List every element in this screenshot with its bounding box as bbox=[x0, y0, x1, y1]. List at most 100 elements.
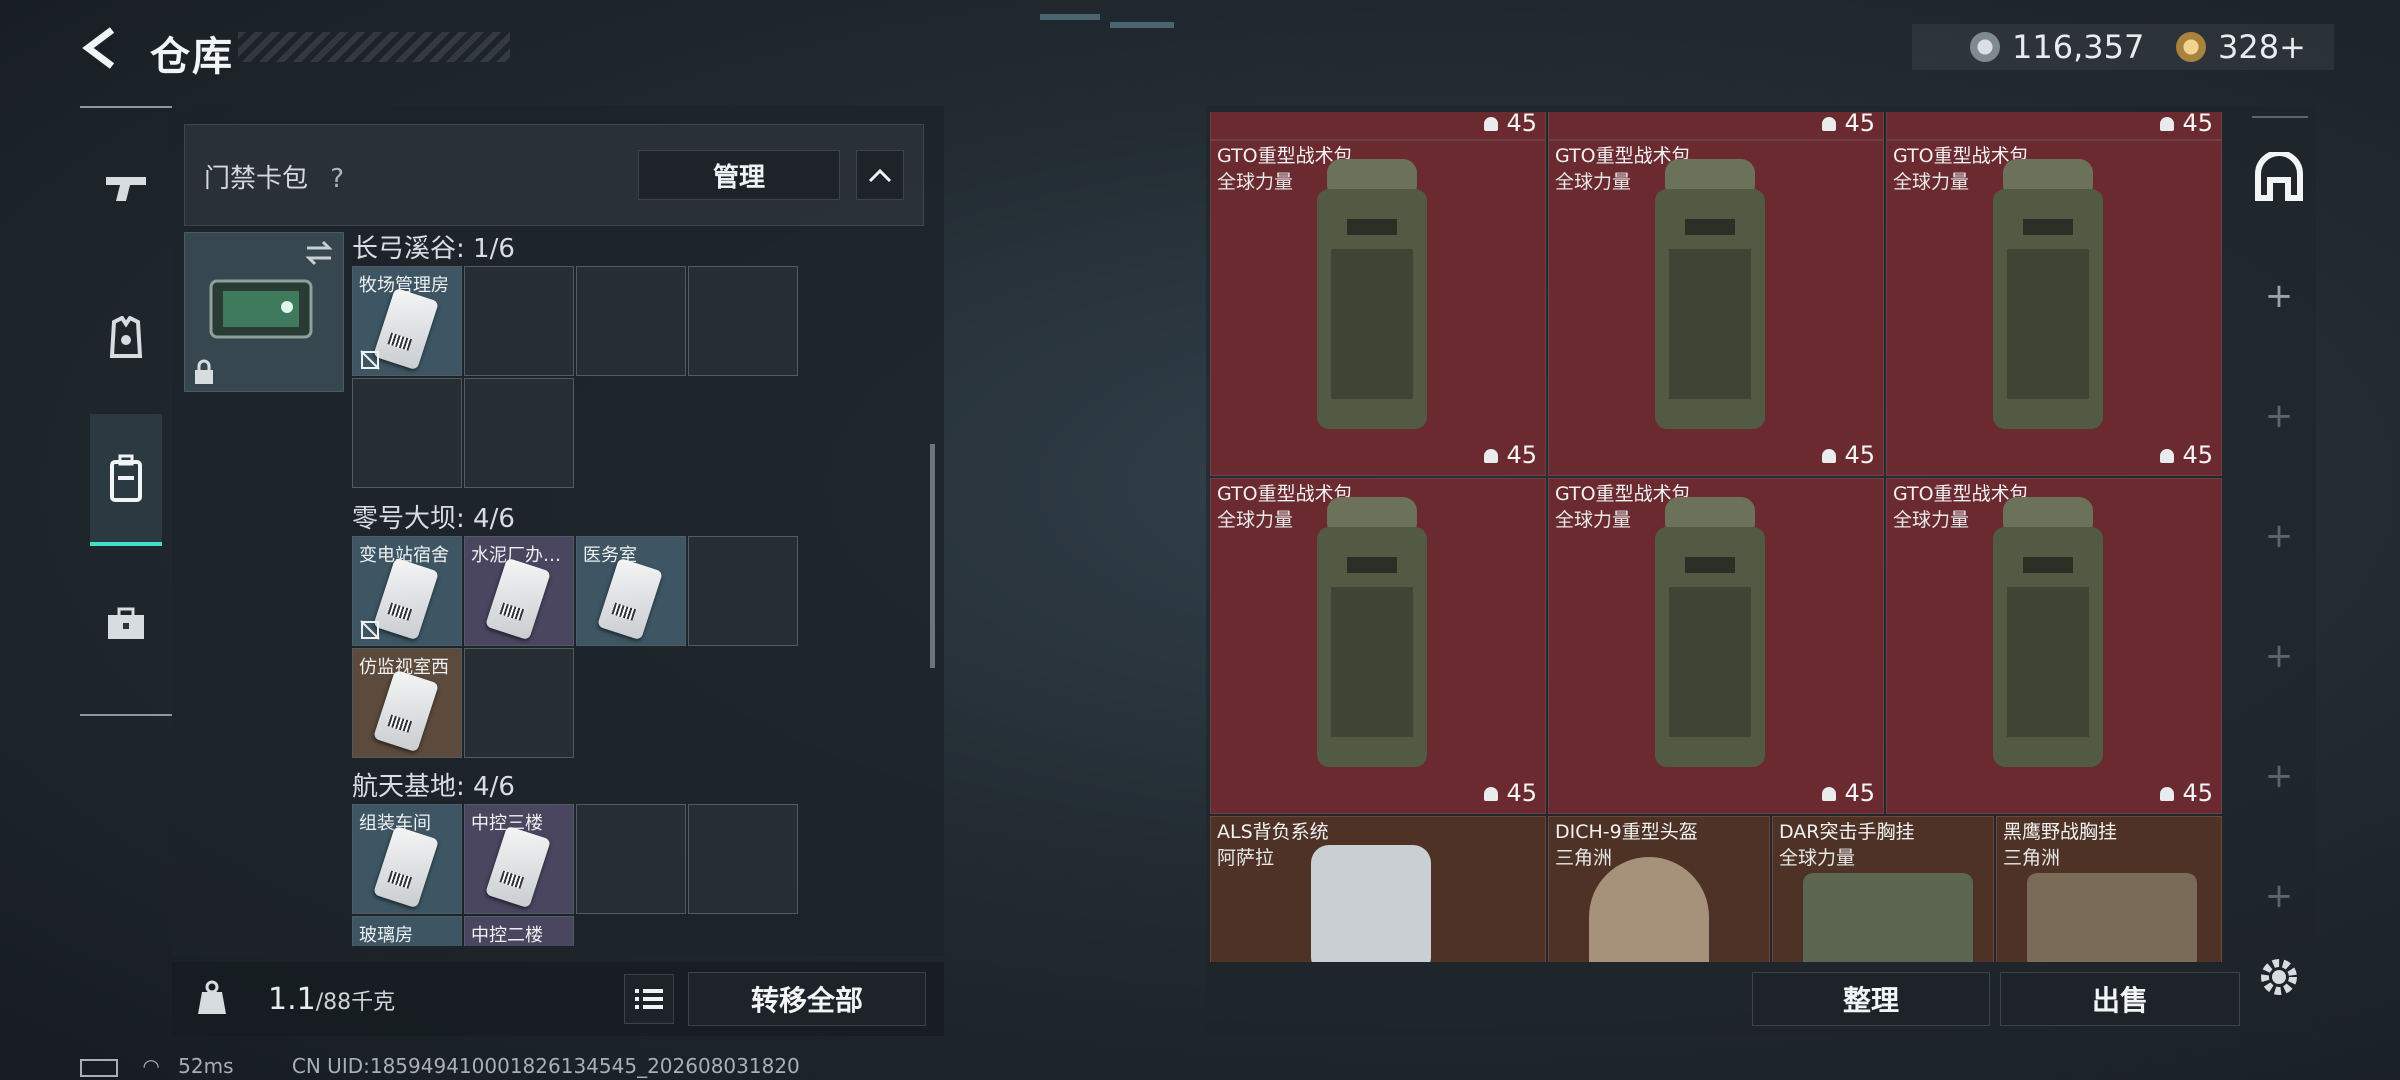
empty-slot bbox=[352, 378, 462, 488]
item-name: 黑鹰野战胸挂 bbox=[2003, 821, 2118, 843]
collapse-button[interactable] bbox=[856, 150, 904, 200]
storage-item-partial[interactable]: 45 bbox=[1210, 112, 1546, 140]
side-nav bbox=[80, 106, 172, 716]
keycard-slot[interactable]: 医务室 bbox=[576, 536, 686, 646]
currency-bar[interactable]: 116,357 328+ bbox=[1912, 24, 2334, 70]
keycard-slot[interactable]: 水泥厂办… bbox=[464, 536, 574, 646]
silver-coin-icon bbox=[1970, 32, 2000, 62]
list-view-button[interactable] bbox=[624, 974, 674, 1024]
empty-slot bbox=[576, 804, 686, 914]
item-brand: 全球力量 bbox=[1893, 509, 1970, 531]
lock-icon bbox=[195, 359, 213, 384]
unavailable-icon bbox=[360, 350, 380, 370]
sell-button[interactable]: 出售 bbox=[2000, 972, 2240, 1026]
keycard-grid-spacebase: 组装车间 中控三楼 玻璃房 中控二楼 bbox=[352, 804, 802, 946]
item-brand: 全球力量 bbox=[1217, 509, 1294, 531]
back-arrow-icon[interactable] bbox=[78, 24, 122, 72]
helmet-image bbox=[1589, 857, 1709, 962]
storage-item-partial[interactable]: 45 bbox=[1548, 112, 1884, 140]
backpack-image bbox=[1655, 159, 1765, 429]
keycard-label: 中控二楼 bbox=[471, 925, 543, 946]
warehouse-tab-icon[interactable] bbox=[2254, 152, 2304, 202]
item-brand: 三角洲 bbox=[1555, 847, 1613, 869]
backpack-image bbox=[1317, 497, 1427, 767]
add-tab-icon[interactable]: + bbox=[2246, 506, 2312, 566]
item-brand: 全球力量 bbox=[1555, 171, 1632, 193]
group-title-dam: 零号大坝: 4/6 bbox=[352, 504, 515, 534]
add-tab-icon[interactable]: + bbox=[2246, 386, 2312, 446]
item-count: 45 bbox=[2160, 112, 2213, 137]
gear-icon[interactable] bbox=[2252, 950, 2306, 1004]
add-tab-icon[interactable]: + bbox=[2246, 626, 2312, 686]
storage-item[interactable]: GTO重型战术包 全球力量 45 bbox=[1548, 478, 1884, 814]
nav-backpack[interactable] bbox=[90, 414, 162, 546]
weight-value: 1.1 bbox=[268, 982, 316, 1017]
storage-item[interactable]: GTO重型战术包 全球力量 45 bbox=[1548, 140, 1884, 476]
group-title-longbow: 长弓溪谷: 1/6 bbox=[352, 234, 515, 264]
transfer-all-button[interactable]: 转移全部 bbox=[688, 972, 926, 1026]
empty-slot bbox=[464, 266, 574, 376]
item-count: 45 bbox=[2160, 441, 2213, 469]
gold-coin-icon bbox=[2176, 32, 2206, 62]
keycard-slot[interactable]: 玻璃房 bbox=[352, 916, 462, 946]
add-tab-icon[interactable]: + bbox=[2246, 866, 2312, 926]
storage-item[interactable]: GTO重型战术包 全球力量 45 bbox=[1886, 478, 2222, 814]
backpack-image bbox=[1317, 159, 1427, 429]
silver-balance: 116,357 bbox=[2012, 28, 2145, 66]
manage-button[interactable]: 管理 bbox=[638, 150, 840, 200]
item-brand: 全球力量 bbox=[1217, 171, 1294, 193]
item-count: 45 bbox=[1822, 112, 1875, 137]
storage-item[interactable]: DAR突击手胸挂 全球力量 bbox=[1772, 816, 1994, 962]
empty-slot bbox=[688, 804, 798, 914]
nav-toolbox[interactable] bbox=[90, 588, 162, 660]
add-tab-icon[interactable]: + bbox=[2246, 266, 2312, 326]
keycard-slot[interactable]: 中控二楼 bbox=[464, 916, 574, 946]
weight-icon bbox=[198, 980, 226, 1014]
keycard-image bbox=[373, 287, 439, 371]
keycard-slot[interactable]: 变电站宿舍 bbox=[352, 536, 462, 646]
keycard-pack-item[interactable] bbox=[184, 232, 344, 392]
storage-item[interactable]: GTO重型战术包 全球力量 45 bbox=[1886, 140, 2222, 476]
item-brand: 全球力量 bbox=[1779, 847, 1856, 869]
item-name: DAR突击手胸挂 bbox=[1779, 821, 1915, 843]
nav-weapons[interactable] bbox=[90, 152, 162, 224]
keycard-slot[interactable]: 仿监视室西 bbox=[352, 648, 462, 758]
keycard-image bbox=[485, 557, 551, 641]
keycard-image bbox=[373, 825, 439, 909]
storage-tabs: + + + + + + bbox=[2246, 116, 2312, 956]
storage-item[interactable]: ALS背负系统 阿萨拉 bbox=[1210, 816, 1546, 962]
armor-icon bbox=[109, 316, 143, 358]
sort-button[interactable]: 整理 bbox=[1752, 972, 1990, 1026]
item-brand: 三角洲 bbox=[2003, 847, 2061, 869]
item-count: 45 bbox=[1822, 441, 1875, 469]
storage-item[interactable]: DICH-9重型头盔 三角洲 bbox=[1548, 816, 1770, 962]
add-tab-icon[interactable]: + bbox=[2246, 746, 2312, 806]
scrollbar[interactable] bbox=[930, 444, 935, 668]
keycard-slot[interactable]: 组装车间 bbox=[352, 804, 462, 914]
keycard-slot[interactable]: 中控三楼 bbox=[464, 804, 574, 914]
item-brand: 阿萨拉 bbox=[1217, 847, 1275, 869]
gold-balance: 328+ bbox=[2218, 28, 2306, 66]
keycard-slot[interactable]: 牧场管理房 bbox=[352, 266, 462, 376]
weapon-icon bbox=[106, 177, 146, 201]
keycard-grid-longbow: 牧场管理房 bbox=[352, 266, 802, 494]
keycard-pack-label: 门禁卡包 bbox=[204, 164, 309, 194]
help-icon[interactable]: ? bbox=[330, 164, 344, 194]
swap-icon[interactable] bbox=[303, 239, 335, 267]
storage-item[interactable]: 黑鹰野战胸挂 三角洲 bbox=[1996, 816, 2222, 962]
nav-armor[interactable] bbox=[90, 302, 162, 374]
ceiling-lights bbox=[1040, 14, 1174, 28]
group-title-spacebase: 航天基地: 4/6 bbox=[352, 772, 515, 802]
item-name: DICH-9重型头盔 bbox=[1555, 821, 1698, 843]
empty-slot bbox=[576, 266, 686, 376]
backpack-image bbox=[1311, 845, 1431, 962]
storage-item[interactable]: GTO重型战术包 全球力量 45 bbox=[1210, 140, 1546, 476]
keycard-pack-image bbox=[209, 279, 313, 339]
item-count: 45 bbox=[1822, 779, 1875, 807]
toolbox-icon bbox=[108, 607, 144, 639]
storage-item[interactable]: GTO重型战术包 全球力量 45 bbox=[1210, 478, 1546, 814]
item-count: 45 bbox=[2160, 779, 2213, 807]
vest-image bbox=[2027, 873, 2197, 962]
storage-item-partial[interactable]: 45 bbox=[1886, 112, 2222, 140]
storage-grid: 45 45 45 GTO重型战术包 全球力量 45 GTO重型战术包 全球力量 … bbox=[1210, 112, 2224, 962]
